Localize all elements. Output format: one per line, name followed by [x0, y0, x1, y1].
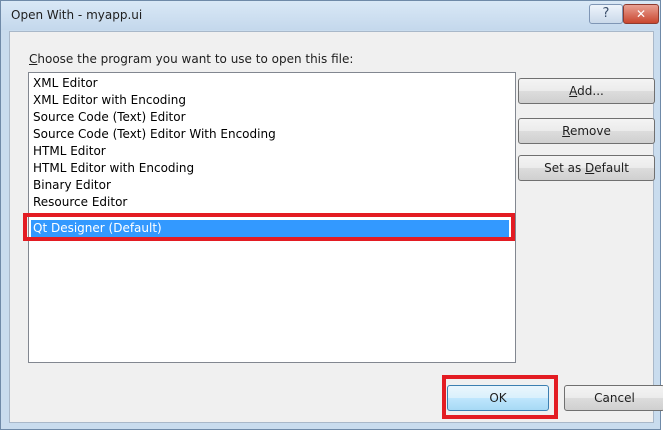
list-item-xml-editor[interactable]: XML Editor [32, 75, 98, 92]
cancel-button[interactable]: Cancel [564, 385, 663, 411]
list-item-html-editor[interactable]: HTML Editor [32, 143, 106, 160]
title-bar[interactable]: Open With - myapp.ui ? ✕ [1, 1, 660, 30]
set-as-default-button[interactable]: Set as Default [518, 155, 655, 181]
open-with-dialog: Open With - myapp.ui ? ✕ Choose the prog… [0, 0, 663, 430]
prompt-label: Choose the program you want to use to op… [29, 52, 353, 66]
prompt-text: hoose the program you want to use to ope… [37, 52, 354, 66]
help-button[interactable]: ? [589, 4, 623, 24]
window-title: Open With - myapp.ui [11, 8, 143, 22]
list-item-html-editor-encoding[interactable]: HTML Editor with Encoding [32, 160, 194, 177]
help-icon: ? [602, 6, 610, 21]
close-button[interactable]: ✕ [623, 4, 659, 24]
selection-annotation-box [23, 213, 515, 241]
list-item-xml-editor-encoding[interactable]: XML Editor with Encoding [32, 92, 186, 109]
ok-button[interactable]: OK [447, 385, 549, 411]
add-button[interactable]: Add... [518, 78, 655, 104]
dialog-body: Choose the program you want to use to op… [9, 31, 663, 423]
list-item-resource-editor[interactable]: Resource Editor [32, 194, 127, 211]
list-item-source-code-editor-encoding[interactable]: Source Code (Text) Editor With Encoding [32, 126, 276, 143]
list-item-source-code-editor[interactable]: Source Code (Text) Editor [32, 109, 186, 126]
list-item-binary-editor[interactable]: Binary Editor [32, 177, 111, 194]
remove-button[interactable]: Remove [518, 118, 655, 144]
close-icon: ✕ [635, 7, 647, 21]
